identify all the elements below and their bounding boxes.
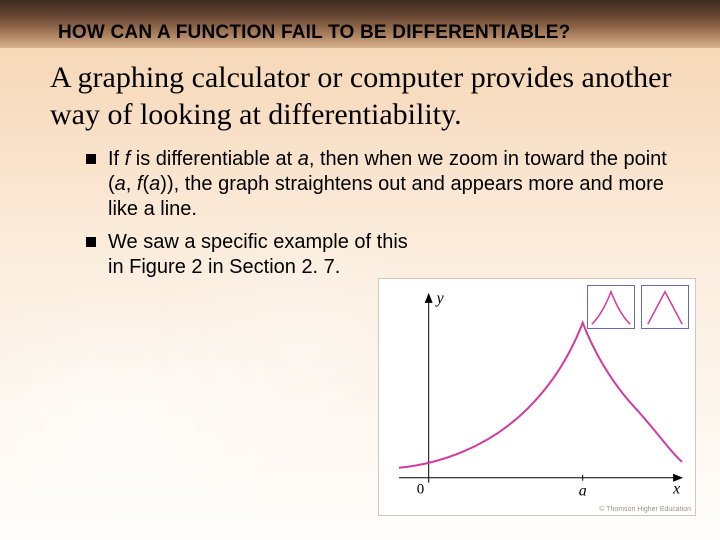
text: If [108,148,125,170]
x-axis-label: x [672,481,680,498]
var-a: a [149,173,160,195]
var-a: a [298,148,309,170]
zoom-inset-1 [587,285,635,329]
x-tick-a: a [579,483,587,500]
lead-paragraph: A graphing calculator or computer provid… [50,60,678,133]
figure-panel: y x 0 a © Thomson Higher Education [378,278,696,516]
bullet-1: If f is differentiable at a, then when w… [86,147,678,222]
zoom-insets [587,285,689,329]
figure-copyright: © Thomson Higher Education [599,506,691,513]
slide-content: A graphing calculator or computer provid… [0,48,720,280]
zoom-inset-2 [641,285,689,329]
text: is differentiable at [130,148,298,170]
text: )), the graph straightens out and appear… [108,173,664,220]
y-axis-label: y [435,290,445,307]
bullet-2: We saw a specific example of this in Fig… [86,230,678,280]
bullet-list: If f is differentiable at a, then when w… [50,147,678,280]
slide-title: HOW CAN A FUNCTION FAIL TO BE DIFFERENTI… [58,22,570,44]
text: , [126,173,137,195]
bullet-2-text: We saw a specific example of this in Fig… [108,230,408,280]
slide-header: HOW CAN A FUNCTION FAIL TO BE DIFFERENTI… [0,0,720,48]
var-a: a [115,173,126,195]
origin-label: 0 [417,482,424,498]
